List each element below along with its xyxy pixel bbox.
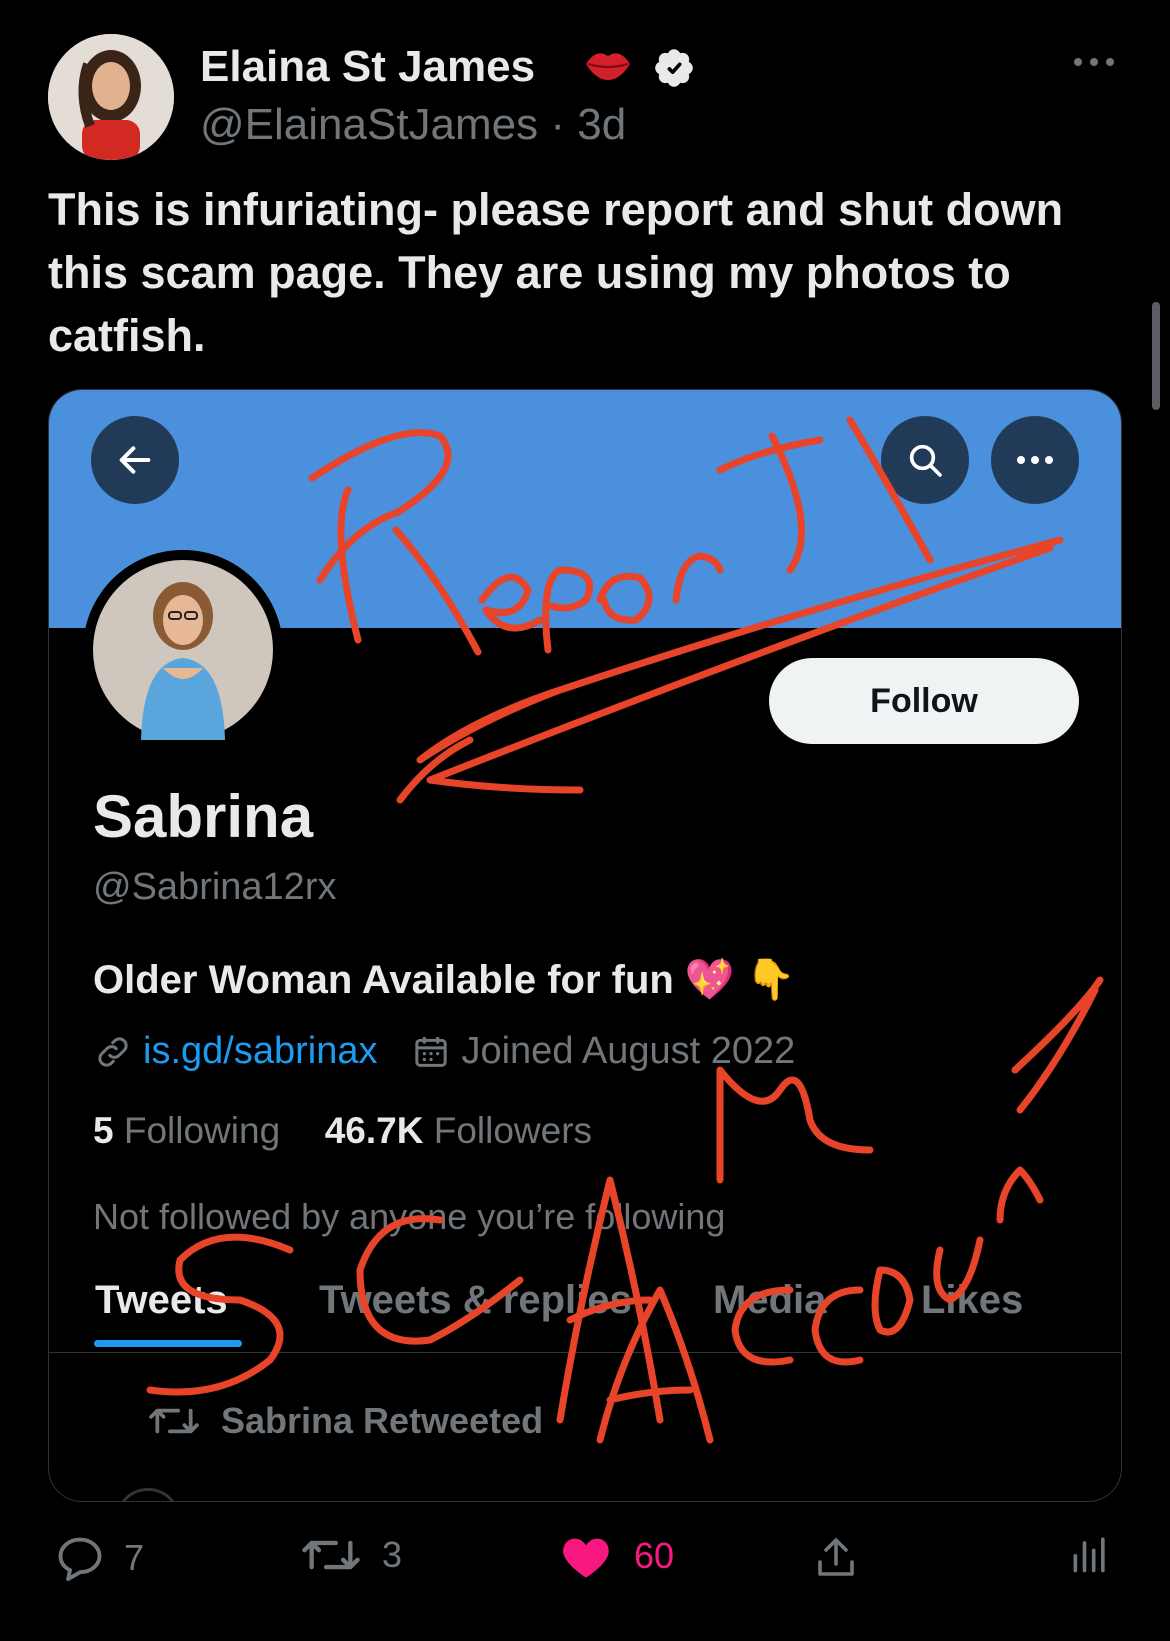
author-handle-line: @ElainaStJames · 3d	[200, 100, 626, 150]
tweet-age[interactable]: 3d	[577, 100, 626, 149]
retweet-action-icon	[302, 1540, 360, 1570]
arrow-left-icon	[119, 446, 151, 474]
link-icon	[98, 1036, 128, 1067]
profile-counts: 5 Following 46.7K Followers	[93, 1110, 592, 1152]
search-button[interactable]	[881, 416, 969, 504]
calendar-icon	[415, 1036, 448, 1067]
search-icon	[909, 444, 942, 477]
reply-icon	[58, 1537, 102, 1581]
tab-likes[interactable]: Likes	[921, 1278, 1023, 1323]
author-avatar[interactable]	[48, 34, 174, 160]
profile-bio: Older Woman Available for fun 💖 👇	[93, 958, 796, 1002]
retweeted-text: Sabrina Retweeted	[221, 1400, 544, 1441]
followers-link[interactable]: 46.7K Followers	[325, 1110, 592, 1151]
profile-handle: @Sabrina12rx	[93, 866, 337, 908]
embedded-profile-screenshot[interactable]: Follow Sabrina @Sabrina12rx Older Woman …	[48, 389, 1122, 1502]
partial-avatar	[115, 1488, 181, 1501]
retweet-count: 3	[382, 1534, 403, 1575]
following-link[interactable]: 5 Following	[93, 1110, 280, 1151]
tab-tweets-replies[interactable]: Tweets & replies	[319, 1278, 632, 1323]
profile-name: Sabrina	[93, 783, 314, 850]
share-button[interactable]	[812, 1532, 860, 1584]
tab-media[interactable]: Media	[713, 1278, 826, 1323]
tweet-text: This is infuriating- please report and s…	[48, 184, 1064, 361]
reply-count: 7	[124, 1537, 145, 1578]
author-name[interactable]: Elaina St James	[200, 42, 535, 92]
more-options-icon[interactable]	[1072, 54, 1116, 70]
tab-divider	[49, 1352, 1121, 1353]
following-label: Following	[123, 1110, 281, 1151]
active-tab-indicator	[94, 1340, 242, 1347]
scrollbar[interactable]	[1152, 302, 1160, 410]
back-button[interactable]	[91, 416, 179, 504]
retweet-icon	[149, 1408, 199, 1434]
analytics-icon	[1073, 1537, 1105, 1573]
like-count: 60	[634, 1535, 675, 1576]
separator-dot: ·	[538, 100, 578, 149]
lips-icon	[586, 53, 630, 80]
share-icon	[818, 1538, 854, 1576]
analytics-button[interactable]	[1068, 1532, 1112, 1576]
not-followed-note: Not followed by anyone you’re following	[93, 1196, 726, 1237]
author-handle[interactable]: @ElainaStJames	[200, 100, 538, 149]
retweeted-label: Sabrina Retweeted	[149, 1400, 543, 1442]
profile-joined: Joined August 2022	[461, 1030, 796, 1072]
followers-count: 46.7K	[324, 1110, 424, 1151]
retweet-button[interactable]: 3	[302, 1532, 402, 1578]
reply-button[interactable]: 7	[54, 1532, 144, 1584]
like-button[interactable]: 60	[560, 1532, 674, 1580]
profile-link[interactable]: is.gd/sabrinax	[143, 1030, 377, 1073]
followers-label: Followers	[433, 1110, 593, 1151]
tab-tweets[interactable]: Tweets	[95, 1278, 228, 1323]
profile-meta: is.gd/sabrinax Joined August 2022	[93, 1030, 795, 1073]
profile-more-button[interactable]	[991, 416, 1079, 504]
profile-avatar[interactable]	[83, 550, 283, 750]
following-count: 5	[93, 1110, 114, 1151]
follow-button[interactable]: Follow	[769, 658, 1079, 744]
heart-filled-icon	[563, 1538, 609, 1578]
ellipsis-icon	[1017, 456, 1053, 464]
verified-badge-icon	[655, 49, 693, 87]
